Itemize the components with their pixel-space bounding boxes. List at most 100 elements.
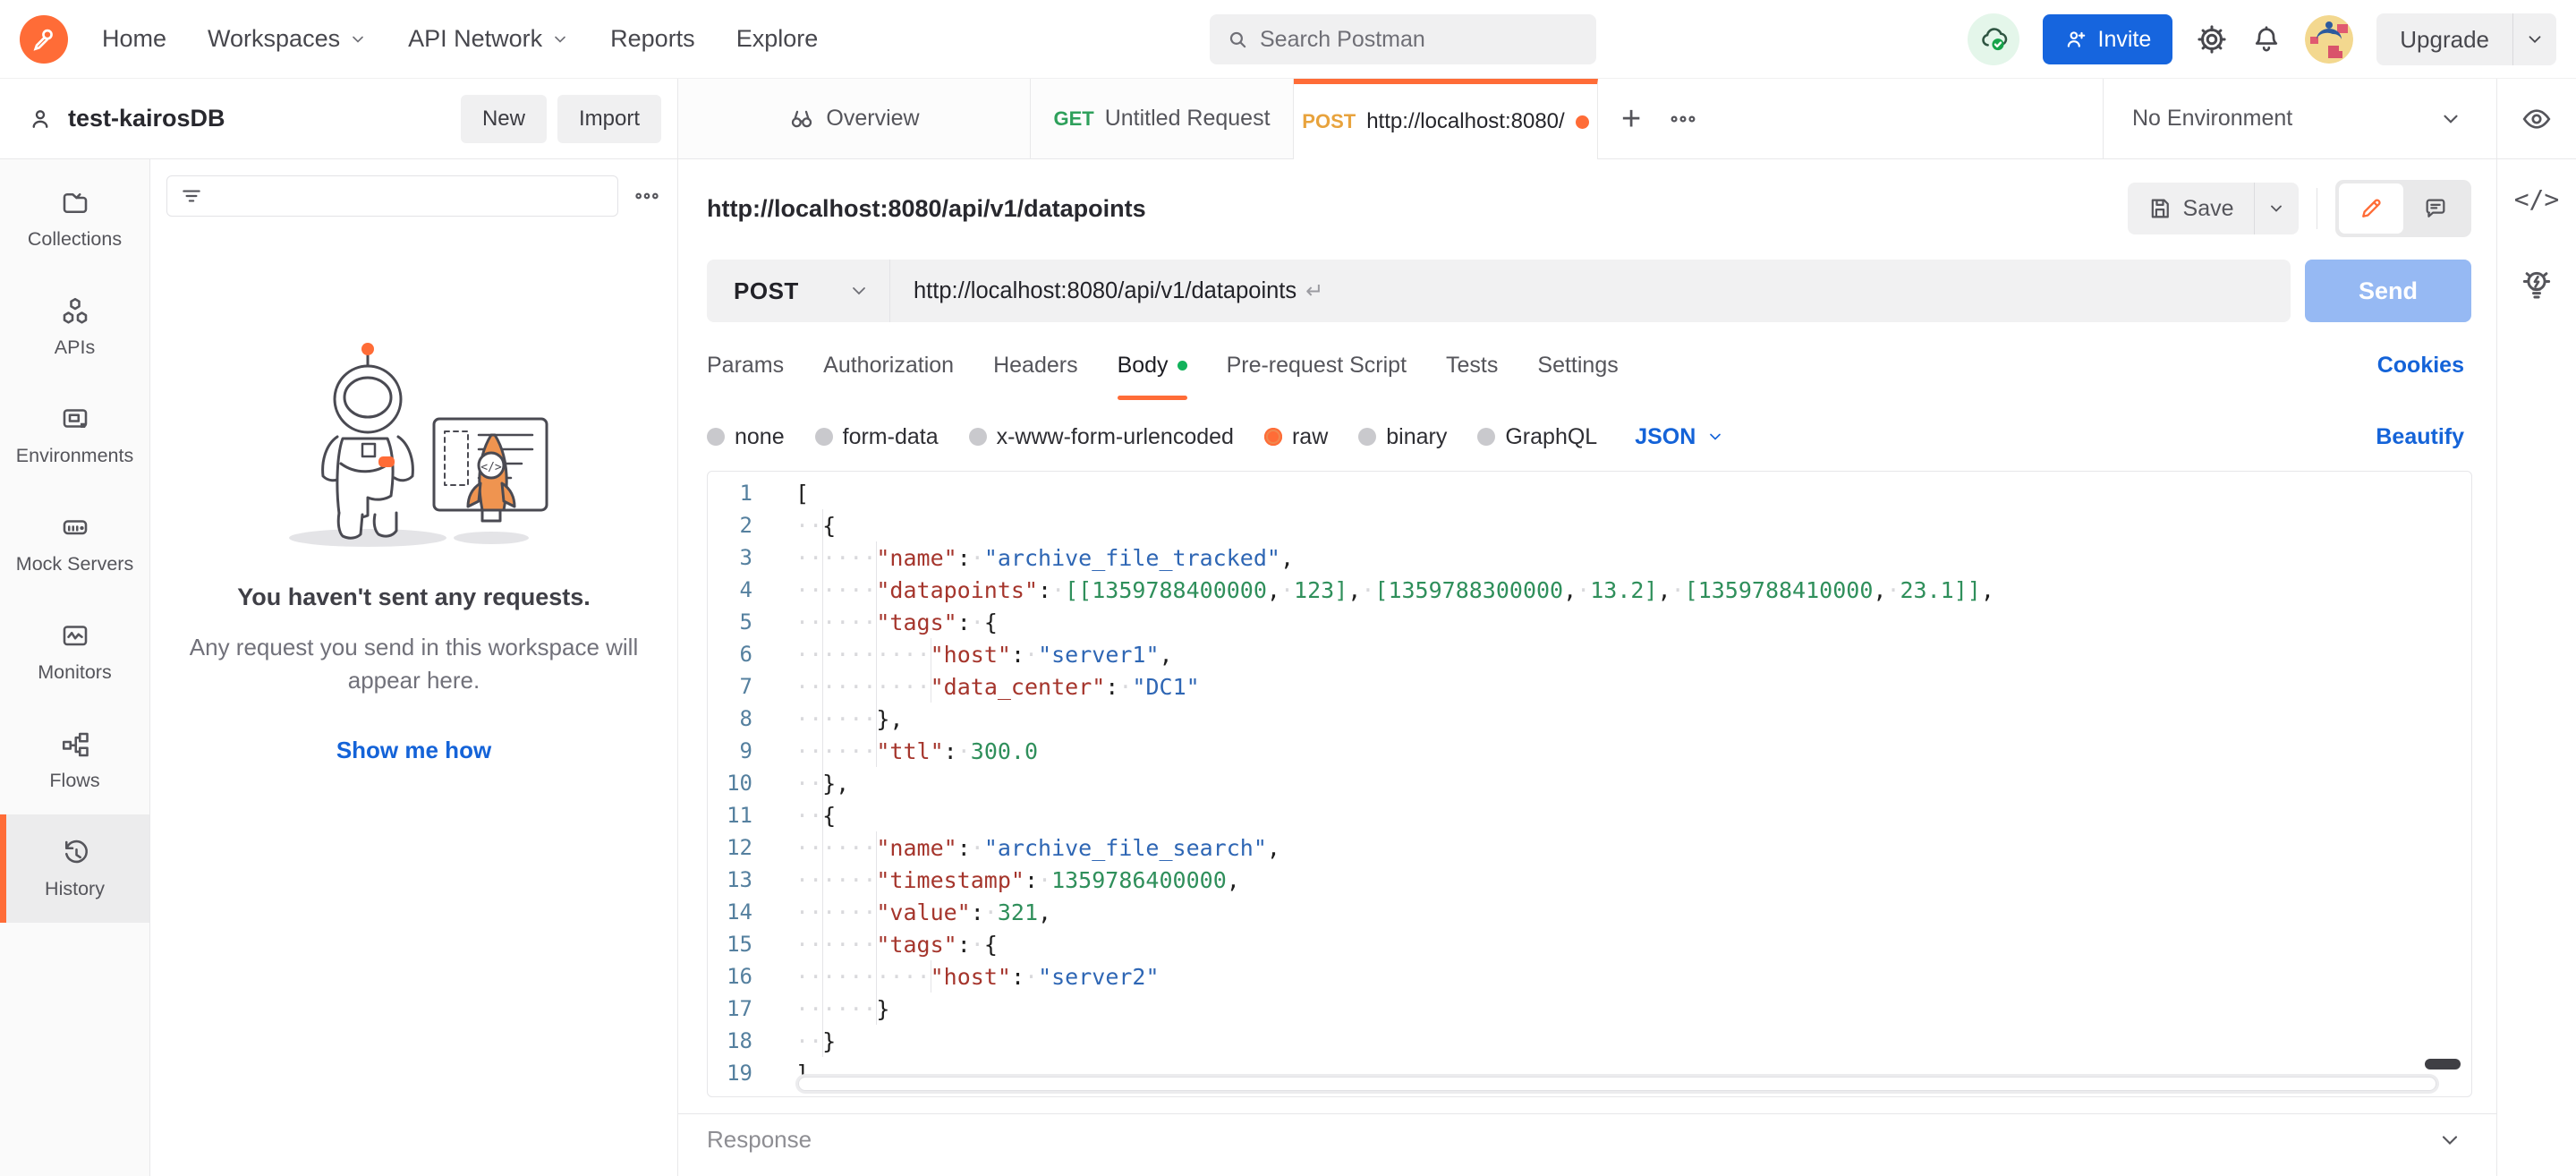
edit-mode-button[interactable]	[2339, 183, 2403, 234]
method-value: POST	[734, 277, 799, 305]
request-title[interactable]: http://localhost:8080/api/v1/datapoints	[707, 195, 1146, 223]
sidebar-item-environments[interactable]: Environments	[0, 381, 149, 490]
filter-icon	[180, 184, 203, 208]
tab-overview[interactable]: Overview	[678, 79, 1031, 159]
history-icon	[59, 837, 91, 869]
body-type-row: none form-data x-www-form-urlencoded raw…	[678, 408, 2496, 465]
workspace-header: test-kairosDB New Import	[0, 79, 678, 159]
postman-logo-icon[interactable]	[20, 15, 68, 64]
unsaved-dot	[1576, 115, 1589, 129]
sidebar-item-collections[interactable]: Collections	[0, 165, 149, 273]
code-line: 4 ······"datapoints":·[[1359788400000,·1…	[708, 574, 2471, 606]
environment-quick-look[interactable]	[2496, 79, 2576, 159]
chevron-down-icon	[848, 280, 870, 302]
comment-button[interactable]	[2403, 183, 2468, 234]
history-filter-input[interactable]	[166, 175, 618, 217]
save-options-caret[interactable]	[2254, 183, 2299, 234]
sidebar-rail: Collections APIs Environments Mock Serve…	[0, 159, 150, 1176]
sidebar-item-history[interactable]: History	[0, 814, 149, 923]
import-button[interactable]: Import	[557, 95, 661, 143]
body-type-binary[interactable]: binary	[1358, 424, 1447, 450]
body-type-none[interactable]: none	[707, 424, 785, 450]
workspace-title[interactable]: test-kairosDB	[68, 105, 225, 132]
response-collapse-caret[interactable]	[2437, 1128, 2462, 1153]
body-type-form-data[interactable]: form-data	[815, 424, 939, 450]
sidebar-item-mock-servers[interactable]: Mock Servers	[0, 490, 149, 598]
line-number: 3	[708, 545, 763, 570]
send-button[interactable]: Send	[2305, 260, 2471, 322]
tab-untitled-request[interactable]: GET Untitled Request	[1031, 79, 1294, 159]
horizontal-scrollbar[interactable]	[795, 1074, 2439, 1094]
line-number: 20	[708, 1093, 763, 1097]
code-snippet-icon[interactable]: </>	[2514, 184, 2560, 214]
save-button[interactable]: Save	[2128, 183, 2254, 234]
code-line: 11 ··{	[708, 799, 2471, 831]
lightbulb-icon[interactable]	[2518, 266, 2555, 303]
chevron-down-icon	[349, 30, 367, 48]
line-number: 12	[708, 835, 763, 860]
invite-button[interactable]: Invite	[2043, 14, 2173, 64]
response-section-header[interactable]: Response	[678, 1113, 2496, 1165]
show-me-how-link[interactable]: Show me how	[336, 737, 491, 764]
upgrade-label[interactable]: Upgrade	[2376, 13, 2512, 65]
horizontal-scrollbar-thumb[interactable]	[798, 1077, 2436, 1091]
request-tab-tests[interactable]: Tests	[1446, 322, 1498, 408]
radio-icon	[969, 428, 987, 446]
url-input[interactable]: http://localhost:8080/api/v1/datapoints	[890, 278, 1297, 304]
environment-selector[interactable]: No Environment	[2103, 79, 2496, 159]
settings-gear-icon[interactable]	[2196, 23, 2228, 55]
request-tab-settings[interactable]: Settings	[1537, 322, 1618, 408]
nav-item-workspaces[interactable]: Workspaces	[208, 25, 367, 53]
scrollbar-thumb[interactable]	[2425, 1059, 2461, 1069]
nav-item-reports[interactable]: Reports	[610, 25, 695, 53]
sync-status-icon[interactable]	[1968, 13, 2019, 65]
body-type-x-www-form-urlencoded[interactable]: x-www-form-urlencoded	[969, 424, 1234, 450]
code-line: 15 ······"tags":·{	[708, 928, 2471, 960]
upgrade-button: Upgrade	[2376, 13, 2556, 65]
upgrade-caret[interactable]	[2513, 13, 2556, 65]
history-more-icon[interactable]	[633, 182, 661, 210]
right-utility-rail: </>	[2496, 159, 2576, 1176]
svg-text:</>: </>	[480, 461, 502, 474]
request-tab-params[interactable]: Params	[707, 322, 784, 408]
more-tabs-icon[interactable]	[1668, 104, 1698, 134]
indent-guide	[822, 509, 823, 1057]
sidebar-item-apis[interactable]: APIs	[0, 273, 149, 381]
new-tab-button[interactable]: +	[1621, 102, 1641, 136]
body-type-graphql[interactable]: GraphQL	[1477, 424, 1597, 450]
request-tab-headers[interactable]: Headers	[993, 322, 1078, 408]
tab-post-request-active[interactable]: POST http://localhost:8080/	[1294, 79, 1598, 159]
radio-icon	[1477, 428, 1495, 446]
cookies-link[interactable]: Cookies	[2377, 353, 2464, 379]
nav-item-api-network[interactable]: API Network	[408, 25, 569, 53]
nav-item-explore[interactable]: Explore	[736, 25, 819, 53]
body-type-raw[interactable]: raw	[1264, 424, 1328, 450]
method-select[interactable]: POST	[707, 260, 890, 322]
save-floppy-icon	[2147, 196, 2172, 221]
body-language-select[interactable]: JSON	[1635, 424, 1724, 450]
body-editor[interactable]: 1 [ 2 ··{ 3 ······"name":·"archive_file_…	[707, 471, 2472, 1097]
user-avatar[interactable]	[2305, 15, 2353, 64]
code-line: 5 ······"tags":·{	[708, 606, 2471, 638]
top-nav-right: Invite	[1968, 0, 2557, 79]
method-get-badge: GET	[1053, 107, 1093, 131]
search-input[interactable]: Search Postman	[1210, 14, 1596, 64]
sidebar-item-monitors[interactable]: Monitors	[0, 598, 149, 706]
new-button[interactable]: New	[461, 95, 547, 143]
nav-item-home[interactable]: Home	[102, 25, 166, 53]
history-filter-row	[150, 159, 677, 233]
line-number: 18	[708, 1028, 763, 1053]
tab-label: Untitled Request	[1105, 106, 1271, 132]
beautify-link[interactable]: Beautify	[2376, 424, 2464, 450]
notifications-bell-icon[interactable]	[2251, 24, 2282, 55]
response-title: Response	[707, 1126, 812, 1154]
request-tab-body[interactable]: Body	[1118, 322, 1187, 408]
editor-lines: 1 [ 2 ··{ 3 ······"name":·"archive_file_…	[708, 472, 2471, 1096]
astronaut-illustration: </>	[262, 329, 566, 553]
request-tab-authorization[interactable]: Authorization	[823, 322, 954, 408]
eye-icon	[2521, 103, 2553, 135]
request-tab-pre-request-script[interactable]: Pre-request Script	[1227, 322, 1407, 408]
url-row: POST http://localhost:8080/api/v1/datapo…	[678, 260, 2496, 322]
sidebar-item-flows[interactable]: Flows	[0, 706, 149, 814]
environment-value: No Environment	[2132, 106, 2292, 132]
